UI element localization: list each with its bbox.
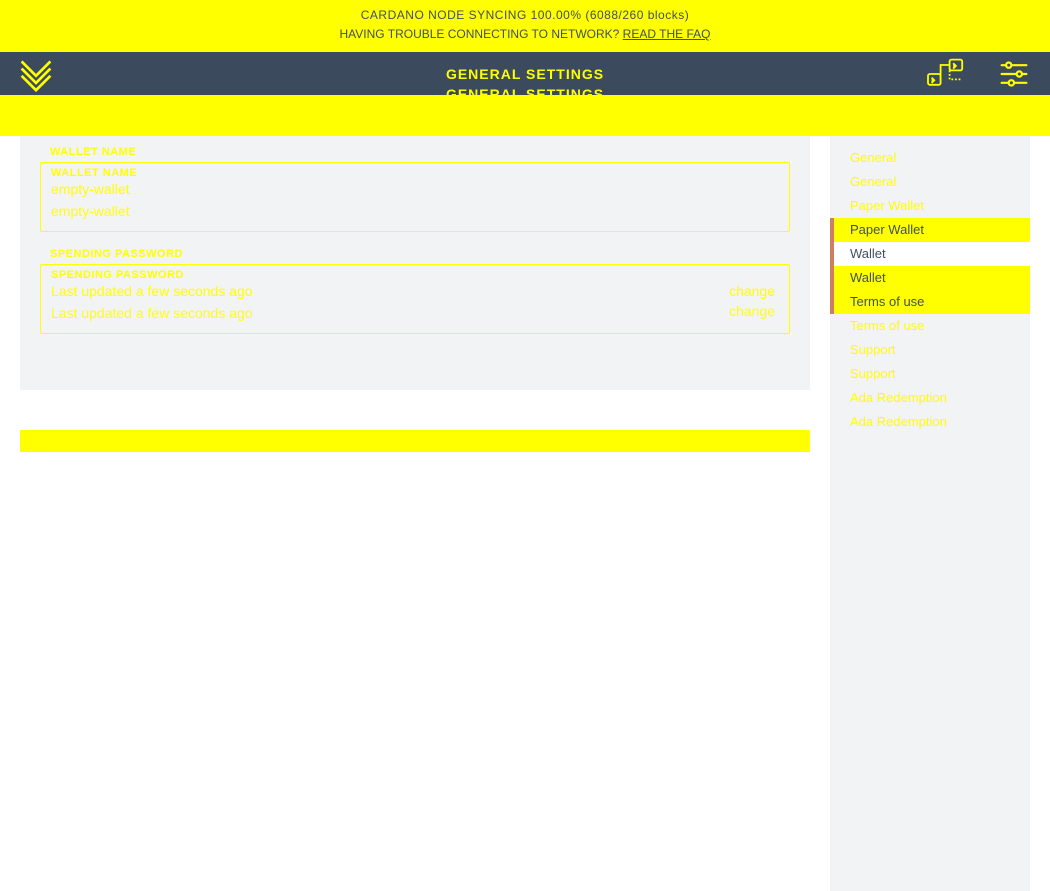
wallet-name-label-outer: WALLET NAME [50,146,790,158]
main-area: WALLET NAME WALLET NAME empty-wallet emp… [0,136,1050,891]
change-password-link-echo[interactable]: change [729,303,775,319]
content-column: WALLET NAME WALLET NAME empty-wallet emp… [0,136,810,891]
sidebar-item-terms-echo[interactable]: Terms of use [830,314,1030,338]
gutter [810,136,830,891]
wallet-name-value-echo: empty-wallet [51,203,779,219]
settings-panel: WALLET NAME WALLET NAME empty-wallet emp… [20,136,810,390]
page-title: GENERAL SETTINGS [0,65,1050,83]
sidebar-item-wallet-echo[interactable]: Wallet [830,266,1030,290]
top-bar: GENERAL SETTINGS [0,52,1050,95]
sidebar-item-support-echo[interactable]: Support [830,362,1030,386]
sync-banner: CARDANO NODE SYNCING 100.00% (6088/260 b… [0,0,1050,52]
wallet-name-field[interactable]: WALLET NAME empty-wallet empty-wallet [40,162,790,232]
settings-sidebar: General General Paper Wallet Paper Walle… [830,136,1030,891]
sidebar-item-general[interactable]: General [830,146,1030,170]
wallet-name-value: empty-wallet [51,181,779,197]
spending-password-updated-echo: Last updated a few seconds ago [51,305,779,321]
wallet-name-block: WALLET NAME WALLET NAME empty-wallet emp… [40,146,790,232]
faq-link[interactable]: READ THE FAQ [623,27,711,41]
faq-line: HAVING TROUBLE CONNECTING TO NETWORK? RE… [0,25,1050,44]
sync-status-text: CARDANO NODE SYNCING 100.00% (6088/260 b… [0,6,1050,25]
sidebar-item-ada-redemption-echo[interactable]: Ada Redemption [830,410,1030,434]
sidebar-item-general-echo[interactable]: General [830,170,1030,194]
faq-prefix: HAVING TROUBLE CONNECTING TO NETWORK? [340,27,623,41]
spending-password-label-outer: SPENDING PASSWORD [50,248,790,260]
accent-bar [20,430,810,452]
change-password-link[interactable]: change [729,283,775,299]
wallet-name-label-inner: WALLET NAME [51,167,779,179]
spending-password-field: SPENDING PASSWORD Last updated a few sec… [40,264,790,334]
sidebar-item-wallet[interactable]: Wallet [830,242,1030,266]
sidebar-item-support[interactable]: Support [830,338,1030,362]
accent-strip [0,95,1050,136]
spending-password-updated: Last updated a few seconds ago [51,283,779,299]
spending-password-block: SPENDING PASSWORD SPENDING PASSWORD Last… [40,248,790,334]
sidebar-item-terms[interactable]: Terms of use [830,290,1030,314]
sidebar-item-ada-redemption[interactable]: Ada Redemption [830,386,1030,410]
sidebar-item-paper-wallet[interactable]: Paper Wallet [830,194,1030,218]
sidebar-item-paper-wallet-echo[interactable]: Paper Wallet [830,218,1030,242]
spending-password-label-inner: SPENDING PASSWORD [51,269,779,281]
